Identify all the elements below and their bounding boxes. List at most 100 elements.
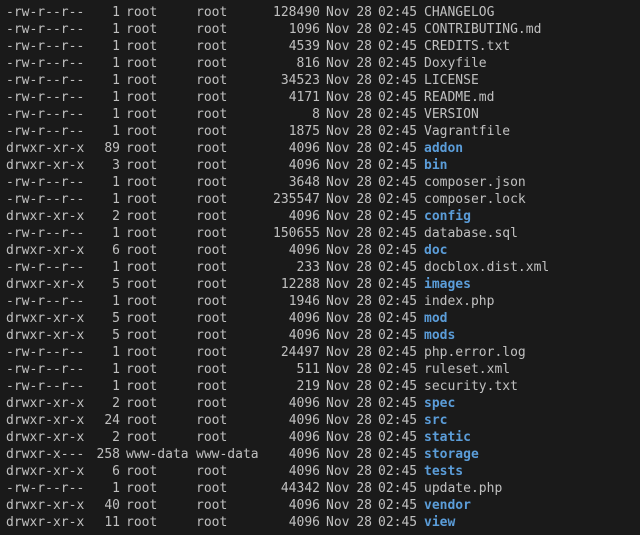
time: 02:45 (378, 412, 424, 429)
link-count: 258 (94, 446, 126, 463)
group: www-data (196, 446, 266, 463)
permissions: -rw-r--r-- (6, 72, 94, 89)
day: 28 (356, 157, 378, 174)
link-count: 1 (94, 293, 126, 310)
day: 28 (356, 259, 378, 276)
group: root (196, 293, 266, 310)
month: Nov (326, 378, 356, 395)
directory-name: addon (424, 140, 634, 157)
directory-name: doc (424, 242, 634, 259)
day: 28 (356, 293, 378, 310)
time: 02:45 (378, 395, 424, 412)
link-count: 2 (94, 208, 126, 225)
day: 28 (356, 225, 378, 242)
group: root (196, 344, 266, 361)
link-count: 1 (94, 4, 126, 21)
link-count: 2 (94, 429, 126, 446)
owner: root (126, 412, 196, 429)
directory-name: images (424, 276, 634, 293)
permissions: -rw-r--r-- (6, 4, 94, 21)
day: 28 (356, 327, 378, 344)
owner: root (126, 174, 196, 191)
group: root (196, 310, 266, 327)
owner: root (126, 208, 196, 225)
permissions: drwxr-xr-x (6, 463, 94, 480)
link-count: 24 (94, 412, 126, 429)
size: 4096 (266, 446, 326, 463)
day: 28 (356, 395, 378, 412)
time: 02:45 (378, 242, 424, 259)
owner: root (126, 242, 196, 259)
size: 511 (266, 361, 326, 378)
owner: root (126, 123, 196, 140)
time: 02:45 (378, 157, 424, 174)
time: 02:45 (378, 225, 424, 242)
month: Nov (326, 497, 356, 514)
group: root (196, 123, 266, 140)
size: 4096 (266, 208, 326, 225)
listing-row: drwxr-xr-x6rootroot4096Nov2802:45tests (6, 463, 634, 480)
size: 8 (266, 106, 326, 123)
listing-row: -rw-r--r--1rootroot1946Nov2802:45index.p… (6, 293, 634, 310)
link-count: 1 (94, 361, 126, 378)
time: 02:45 (378, 446, 424, 463)
file-name: README.md (424, 89, 634, 106)
owner: root (126, 4, 196, 21)
file-name: Vagrantfile (424, 123, 634, 140)
size: 12288 (266, 276, 326, 293)
group: root (196, 21, 266, 38)
owner: root (126, 225, 196, 242)
permissions: -rw-r--r-- (6, 225, 94, 242)
size: 4096 (266, 395, 326, 412)
time: 02:45 (378, 174, 424, 191)
time: 02:45 (378, 480, 424, 497)
owner: root (126, 378, 196, 395)
month: Nov (326, 361, 356, 378)
listing-row: -rw-r--r--1rootroot235547Nov2802:45compo… (6, 191, 634, 208)
link-count: 2 (94, 395, 126, 412)
file-name: php.error.log (424, 344, 634, 361)
link-count: 1 (94, 55, 126, 72)
permissions: -rw-r--r-- (6, 21, 94, 38)
time: 02:45 (378, 106, 424, 123)
group: root (196, 276, 266, 293)
permissions: drwxr-xr-x (6, 140, 94, 157)
link-count: 1 (94, 106, 126, 123)
owner: www-data (126, 446, 196, 463)
directory-name: tests (424, 463, 634, 480)
group: root (196, 412, 266, 429)
link-count: 89 (94, 140, 126, 157)
group: root (196, 4, 266, 21)
month: Nov (326, 344, 356, 361)
size: 1875 (266, 123, 326, 140)
permissions: -rw-r--r-- (6, 480, 94, 497)
month: Nov (326, 446, 356, 463)
listing-row: drwxr-xr-x24rootroot4096Nov2802:45src (6, 412, 634, 429)
file-name: VERSION (424, 106, 634, 123)
size: 816 (266, 55, 326, 72)
month: Nov (326, 480, 356, 497)
listing-row: drwxr-xr-x5rootroot4096Nov2802:45mods (6, 327, 634, 344)
group: root (196, 463, 266, 480)
file-name: docblox.dist.xml (424, 259, 634, 276)
group: root (196, 327, 266, 344)
file-name: CONTRIBUTING.md (424, 21, 634, 38)
month: Nov (326, 242, 356, 259)
owner: root (126, 327, 196, 344)
permissions: drwxr-xr-x (6, 242, 94, 259)
time: 02:45 (378, 191, 424, 208)
size: 233 (266, 259, 326, 276)
listing-row: -rw-r--r--1rootroot34523Nov2802:45LICENS… (6, 72, 634, 89)
link-count: 1 (94, 21, 126, 38)
permissions: -rw-r--r-- (6, 361, 94, 378)
day: 28 (356, 429, 378, 446)
size: 4096 (266, 497, 326, 514)
time: 02:45 (378, 208, 424, 225)
group: root (196, 429, 266, 446)
day: 28 (356, 344, 378, 361)
permissions: -rw-r--r-- (6, 89, 94, 106)
owner: root (126, 480, 196, 497)
link-count: 5 (94, 310, 126, 327)
size: 219 (266, 378, 326, 395)
group: root (196, 497, 266, 514)
